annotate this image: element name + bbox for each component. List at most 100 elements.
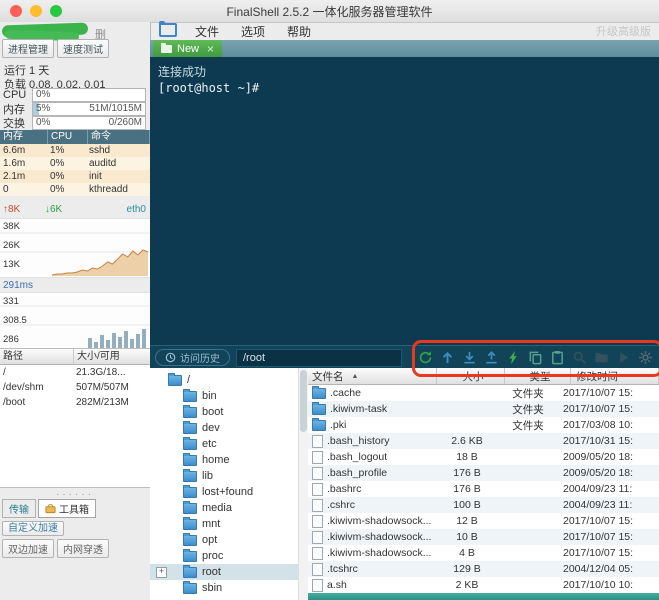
sidebar-tool-button[interactable]: 速度测试 <box>57 39 109 58</box>
toolbox-icon <box>45 503 56 514</box>
horizontal-scrollbar[interactable] <box>308 593 659 600</box>
sidebar-tool-button[interactable]: 进程管理 <box>2 39 54 58</box>
process-row[interactable]: 6.6m1%sshd <box>0 144 150 157</box>
tab-close-icon[interactable]: × <box>207 43 214 55</box>
interface-label: eth0 <box>127 204 146 215</box>
menu-item[interactable]: 文件 <box>195 23 219 40</box>
download-rate-label: ↓6K <box>45 204 62 215</box>
meter-bar: 0%0/260M <box>32 116 146 130</box>
ping-graph: 331308.5286 <box>0 292 150 349</box>
process-header-cell[interactable]: 命令 <box>88 130 150 144</box>
search-icon[interactable] <box>571 350 587 366</box>
process-row[interactable]: 1.6m0%auditd <box>0 157 150 170</box>
file-row[interactable]: .kiwivm-shadowsock...4 B2017/10/07 15: <box>308 545 659 561</box>
tree-item-label: mnt <box>202 518 220 530</box>
tree-item[interactable]: etc <box>150 436 308 452</box>
tree-item[interactable]: opt <box>150 532 308 548</box>
tab-label: New <box>177 43 199 55</box>
file-row[interactable]: .bash_profile176 B2009/05/20 18: <box>308 465 659 481</box>
tree-item-label: media <box>202 502 232 514</box>
download-icon[interactable] <box>461 350 477 366</box>
accel-button[interactable]: 内网穿透 <box>57 539 109 558</box>
tree-item[interactable]: sbin <box>150 580 308 596</box>
tab-toolbox[interactable]: 工具箱 <box>38 499 96 518</box>
menu-item[interactable]: 选项 <box>241 23 265 40</box>
path-input[interactable] <box>236 349 402 367</box>
terminal-tab-new[interactable]: New × <box>153 40 222 57</box>
file-header-cell[interactable]: 大小 <box>437 368 505 384</box>
file-row[interactable]: .cache文件夹2017/10/07 15: <box>308 385 659 401</box>
process-cpu: 0% <box>47 158 86 169</box>
file-row[interactable]: .tcshrc129 B2004/12/04 05: <box>308 561 659 577</box>
refresh-icon[interactable] <box>417 350 433 366</box>
tree-item[interactable]: / <box>150 372 308 388</box>
tree-item[interactable]: boot <box>150 404 308 420</box>
file-row[interactable]: .pki文件夹2017/03/08 10: <box>308 417 659 433</box>
terminal-line: [root@host ~]# <box>158 80 659 96</box>
file-row[interactable]: .kiwivm-task文件夹2017/10/07 15: <box>308 401 659 417</box>
file-row[interactable]: .bash_logout18 B2009/05/20 18: <box>308 449 659 465</box>
tree-item[interactable]: proc <box>150 548 308 564</box>
file-header-cell[interactable]: 修改时间 <box>571 368 659 384</box>
copy-icon[interactable] <box>527 350 543 366</box>
tree-item[interactable]: media <box>150 500 308 516</box>
lightning-icon[interactable] <box>505 350 521 366</box>
connections-folder-icon[interactable] <box>159 23 177 40</box>
process-header-cell[interactable]: 内存 <box>0 130 48 144</box>
tree-item[interactable]: lost+found <box>150 484 308 500</box>
tree-item[interactable]: lib <box>150 468 308 484</box>
custom-accel-button[interactable]: 自定义加速 <box>2 521 64 536</box>
tab-transfer[interactable]: 传输 <box>2 499 36 518</box>
file-row[interactable]: .kiwivm-shadowsock...10 B2017/10/07 15: <box>308 529 659 545</box>
disk-row[interactable]: /21.3G/18... <box>0 365 150 380</box>
file-header-cell[interactable]: 类型 <box>505 368 571 384</box>
paste-icon[interactable] <box>549 350 565 366</box>
history-button[interactable]: 访问历史 <box>155 349 230 366</box>
expander-icon[interactable]: + <box>156 567 167 578</box>
process-row[interactable]: 00%kthreadd <box>0 183 150 196</box>
file-table: 文件名▲大小类型修改时间 .cache文件夹2017/10/07 15:.kiw… <box>308 368 659 600</box>
process-row[interactable]: 2.1m0%init <box>0 170 150 183</box>
file-row[interactable]: .cshrc100 B2004/09/23 11: <box>308 497 659 513</box>
tree-scrollbar[interactable] <box>298 368 308 600</box>
upgrade-link[interactable]: 升级高级版 <box>596 23 651 39</box>
file-time-cell: 2017/10/31 15: <box>558 433 659 449</box>
process-header-cell[interactable]: CPU <box>48 130 88 144</box>
file-header-cell[interactable]: 文件名▲ <box>308 368 437 384</box>
open-folder-icon[interactable] <box>593 350 609 366</box>
file-icon <box>312 499 323 512</box>
meter-bar: 0% <box>32 88 146 102</box>
settings-icon[interactable] <box>637 350 653 366</box>
file-size-cell: 100 B <box>436 497 498 513</box>
tree-item[interactable]: mnt <box>150 516 308 532</box>
disk-header-path[interactable]: 路径 <box>0 349 74 364</box>
run-icon[interactable] <box>615 350 631 366</box>
sort-indicator: ▲ <box>352 373 359 380</box>
tree-item[interactable]: home <box>150 452 308 468</box>
folder-icon <box>312 420 326 431</box>
file-row[interactable]: .kiwivm-shadowsock...12 B2017/10/07 15: <box>308 513 659 529</box>
menu-item[interactable]: 帮助 <box>287 23 311 40</box>
file-row[interactable]: a.sh2 KB2017/10/10 10: <box>308 577 659 593</box>
file-row[interactable]: .bash_history2.6 KB2017/10/31 15: <box>308 433 659 449</box>
accel-button[interactable]: 双边加速 <box>2 539 54 558</box>
close-window-button[interactable] <box>10 5 22 17</box>
process-mem: 1.6m <box>0 158 47 169</box>
file-size-cell: 176 B <box>436 481 498 497</box>
terminal-output[interactable]: 连接成功[root@host ~]# <box>150 57 659 352</box>
tree-item[interactable]: dev <box>150 420 308 436</box>
upload-icon[interactable] <box>483 350 499 366</box>
tree-item[interactable]: +root <box>150 564 308 580</box>
zoom-window-button[interactable] <box>50 5 62 17</box>
ping-latency-label: 291ms <box>3 280 33 291</box>
file-row[interactable]: .bashrc176 B2004/09/23 11: <box>308 481 659 497</box>
window-title: FinalShell 2.5.2 一体化服务器管理软件 <box>226 3 432 20</box>
disk-header-size[interactable]: 大小/可用 <box>74 349 150 364</box>
tree-item[interactable]: bin <box>150 388 308 404</box>
arrow-up-icon[interactable] <box>439 350 455 366</box>
scrollbar-thumb[interactable] <box>300 370 307 432</box>
minimize-window-button[interactable] <box>30 5 42 17</box>
disk-size: 21.3G/18... <box>73 367 150 378</box>
disk-row[interactable]: /boot282M/213M <box>0 395 150 410</box>
disk-row[interactable]: /dev/shm507M/507M <box>0 380 150 395</box>
